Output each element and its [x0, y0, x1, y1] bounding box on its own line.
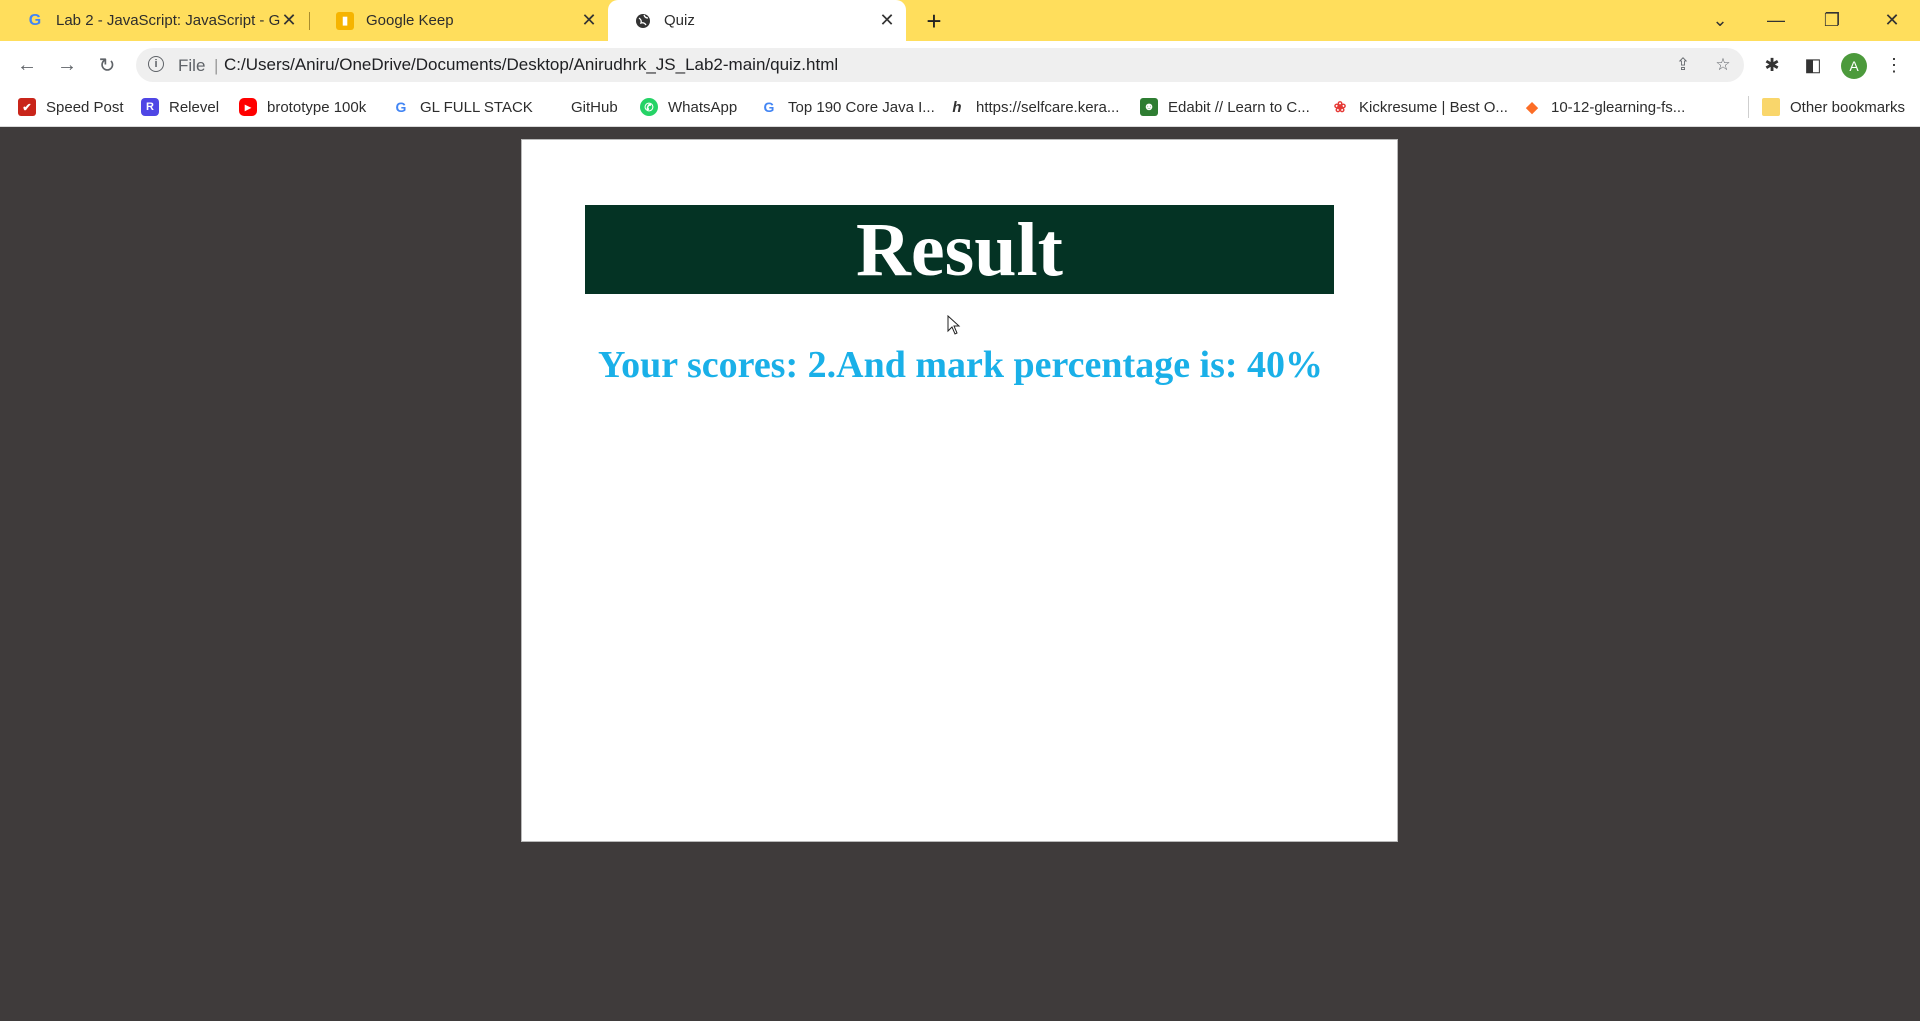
bookmark-top-190-core-java[interactable]: G Top 190 Core Java I...	[760, 96, 935, 118]
google-icon: G	[395, 99, 407, 115]
tab-search-chevron-icon[interactable]: ⌄	[1692, 0, 1748, 41]
google-keep-icon: ▮	[336, 11, 354, 30]
result-banner: Result	[585, 205, 1334, 294]
google-icon: G	[763, 99, 775, 115]
close-tab-icon[interactable]: ✕	[280, 10, 298, 30]
bookmark-label: Other bookmarks	[1790, 98, 1906, 116]
bookmark-label: 10-12-glearning-fs...	[1551, 98, 1686, 116]
address-bar[interactable]: i File | C:/Users/Aniru/OneDrive/Documen…	[136, 48, 1744, 82]
bookmark-label: brototype 100k	[267, 98, 367, 116]
site-info-icon[interactable]: i	[148, 56, 164, 72]
bookmark-label: https://selfcare.kera...	[976, 98, 1120, 116]
tab-title: Lab 2 - JavaScript: JavaScript - Gr	[56, 12, 281, 29]
reload-button[interactable]: ↻	[92, 50, 122, 80]
bookmark-kickresume[interactable]: ❀ Kickresume | Best O...	[1331, 96, 1508, 118]
bookmarks-bar: ✔ Speed Post R Relevel ▶ brototype 100k …	[0, 89, 1920, 127]
minimize-button[interactable]: —	[1748, 0, 1804, 41]
relevel-icon: R	[141, 98, 159, 116]
share-icon[interactable]: ⇪	[1672, 54, 1694, 76]
bookmark-speed-post[interactable]: ✔ Speed Post	[18, 96, 124, 118]
mouse-cursor-icon	[947, 315, 961, 335]
github-icon	[543, 98, 561, 116]
whatsapp-icon: ✆	[640, 98, 658, 116]
edabit-icon: ☻	[1140, 98, 1158, 116]
result-heading: Result	[856, 207, 1063, 292]
tab-google-keep[interactable]: ▮ Google Keep ✕	[310, 0, 608, 41]
kickresume-icon: ❀	[1333, 99, 1347, 116]
bookmark-label: WhatsApp	[668, 98, 738, 116]
close-tab-icon[interactable]: ✕	[878, 10, 896, 30]
browser-toolbar: ← → ↻ i File | C:/Users/Aniru/OneDrive/D…	[0, 41, 1920, 89]
tab-strip: G Lab 2 - JavaScript: JavaScript - Gr ✕ …	[0, 0, 1920, 41]
gitlab-icon: ◆	[1526, 99, 1538, 116]
google-classroom-icon: G	[28, 11, 42, 29]
back-button[interactable]: ←	[12, 50, 42, 80]
close-window-button[interactable]: ✕	[1864, 0, 1920, 41]
bookmark-label: Top 190 Core Java I...	[788, 98, 935, 116]
bookmark-glearning[interactable]: ◆ 10-12-glearning-fs...	[1523, 96, 1685, 118]
new-tab-button[interactable]: +	[920, 6, 948, 36]
url-text[interactable]: C:/Users/Aniru/OneDrive/Documents/Deskto…	[224, 55, 838, 75]
bookmark-other-bookmarks[interactable]: Other bookmarks	[1762, 96, 1905, 118]
close-tab-icon[interactable]: ✕	[580, 10, 598, 30]
menu-kebab-icon[interactable]: ⋮	[1882, 53, 1906, 77]
bookmark-relevel[interactable]: R Relevel	[141, 96, 219, 118]
bookmark-star-icon[interactable]: ☆	[1712, 54, 1734, 76]
h8-icon: h	[952, 98, 962, 116]
score-text: Your scores: 2.And mark percentage is: 4…	[597, 344, 1324, 386]
quiz-page: Result Your scores: 2.And mark percentag…	[521, 139, 1398, 842]
forward-button[interactable]: →	[52, 50, 82, 80]
speed-post-icon: ✔	[18, 98, 36, 116]
bookmark-github[interactable]: GitHub	[543, 96, 618, 118]
globe-icon	[634, 12, 652, 30]
bookmark-label: Edabit // Learn to C...	[1168, 98, 1310, 116]
tab-quiz[interactable]: Quiz ✕	[608, 0, 906, 41]
bookmark-label: GL FULL STACK	[420, 98, 533, 116]
bookmarks-divider	[1748, 96, 1749, 118]
address-separator: |	[214, 56, 219, 75]
bookmark-selfcare-kerala[interactable]: h https://selfcare.kera...	[948, 96, 1119, 118]
bookmark-label: Speed Post	[46, 98, 124, 116]
bookmark-gl-full-stack[interactable]: G GL FULL STACK	[392, 96, 533, 118]
bookmark-label: Kickresume | Best O...	[1359, 98, 1508, 116]
bookmark-edabit[interactable]: ☻ Edabit // Learn to C...	[1140, 96, 1310, 118]
bookmark-label: Relevel	[169, 98, 220, 116]
bookmark-whatsapp[interactable]: ✆ WhatsApp	[640, 96, 737, 118]
restore-button[interactable]: ❐	[1804, 0, 1860, 41]
bookmark-brototype[interactable]: ▶ brototype 100k	[239, 96, 366, 118]
youtube-icon: ▶	[239, 98, 257, 116]
bookmark-label: GitHub	[571, 98, 618, 116]
profile-avatar[interactable]: A	[1841, 53, 1867, 79]
extensions-icon[interactable]: ✱	[1760, 53, 1784, 77]
tab-title: Quiz	[664, 12, 695, 29]
side-panel-icon[interactable]: ◧	[1801, 53, 1825, 77]
tab-title: Google Keep	[366, 12, 454, 29]
scheme-label: File	[178, 56, 206, 75]
tab-lab2[interactable]: G Lab 2 - JavaScript: JavaScript - Gr ✕	[0, 0, 308, 41]
folder-icon	[1762, 98, 1780, 116]
